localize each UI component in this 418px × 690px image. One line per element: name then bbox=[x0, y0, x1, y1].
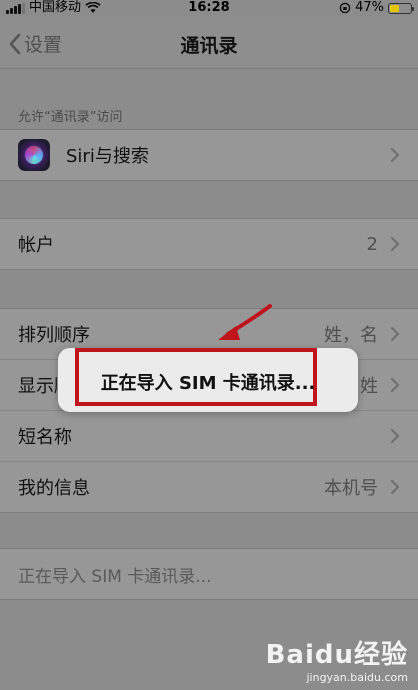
account-label: 帐户 bbox=[18, 235, 54, 256]
siri-search-label: Siri与搜索 bbox=[66, 146, 149, 167]
battery-percent: 47% bbox=[355, 0, 384, 15]
watermark: Baidu经验 jingyan.baidu.com bbox=[266, 634, 408, 684]
import-sim-row: 正在导入 SIM 卡通讯录... bbox=[0, 548, 418, 600]
nav-bar: 设置 通讯录 bbox=[0, 18, 418, 69]
sort-order-label: 排列顺序 bbox=[18, 325, 90, 346]
chevron-right-icon bbox=[391, 429, 400, 443]
watermark-logo: Baidu经验 bbox=[265, 640, 408, 670]
rotation-lock-icon bbox=[339, 2, 351, 14]
chevron-right-icon bbox=[391, 327, 400, 341]
section-header: 允许“通讯录”访问 bbox=[18, 110, 123, 125]
page-title: 通讯录 bbox=[180, 35, 238, 57]
popup-message: 正在导入 SIM 卡通讯录... bbox=[100, 373, 316, 394]
chevron-right-icon bbox=[391, 378, 400, 392]
account-group: 帐户 2 bbox=[0, 218, 418, 270]
status-bar: 中国移动 16:28 47% bbox=[0, 0, 418, 18]
siri-group: Siri与搜索 bbox=[0, 129, 418, 181]
my-info-row[interactable]: 我的信息 本机号 bbox=[0, 461, 418, 512]
chevron-right-icon bbox=[391, 237, 400, 251]
display-order-value: 姓 bbox=[360, 376, 378, 397]
account-count: 2 bbox=[366, 233, 378, 255]
annotation-arrow-icon bbox=[218, 304, 272, 340]
short-name-row[interactable]: 短名称 bbox=[0, 410, 418, 461]
battery-icon bbox=[388, 2, 414, 14]
siri-icon bbox=[18, 139, 50, 171]
sort-order-value: 姓，名 bbox=[324, 325, 378, 346]
status-right: 47% bbox=[339, 0, 414, 16]
chevron-right-icon bbox=[391, 480, 400, 494]
siri-search-row[interactable]: Siri与搜索 bbox=[0, 130, 418, 180]
short-name-label: 短名称 bbox=[18, 427, 72, 448]
my-info-value: 本机号 bbox=[324, 478, 378, 499]
account-row[interactable]: 帐户 2 bbox=[0, 219, 418, 269]
watermark-site: jingyan.baidu.com bbox=[306, 671, 408, 684]
battery-fill bbox=[390, 4, 400, 12]
import-sim-label: 正在导入 SIM 卡通讯录... bbox=[18, 566, 212, 587]
import-progress-popup: 正在导入 SIM 卡通讯录... bbox=[58, 348, 358, 412]
chevron-right-icon bbox=[391, 148, 400, 162]
my-info-label: 我的信息 bbox=[18, 478, 90, 499]
